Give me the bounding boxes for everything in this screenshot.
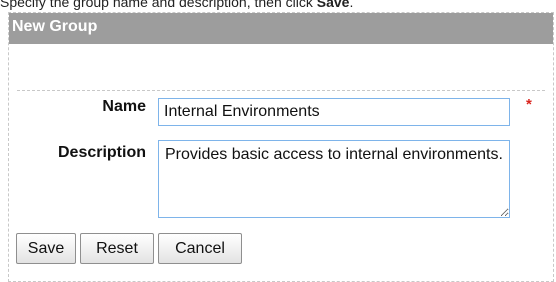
instruction-suffix: . <box>349 0 354 10</box>
panel-title: New Group <box>9 13 553 44</box>
reset-button[interactable]: Reset <box>80 233 154 264</box>
description-label: Description <box>57 144 146 161</box>
required-marker: * <box>526 96 532 113</box>
name-input[interactable] <box>158 98 510 126</box>
save-button[interactable]: Save <box>16 233 76 264</box>
instruction-prefix: Specify the group name and description, … <box>0 0 317 10</box>
name-label: Name <box>102 98 146 115</box>
cancel-button[interactable]: Cancel <box>158 233 242 264</box>
instruction-action: Save <box>316 0 350 10</box>
instruction-text: Specify the group name and description, … <box>0 0 353 10</box>
description-textarea[interactable]: Provides basic access to internal enviro… <box>158 140 510 218</box>
section-divider <box>17 90 545 91</box>
